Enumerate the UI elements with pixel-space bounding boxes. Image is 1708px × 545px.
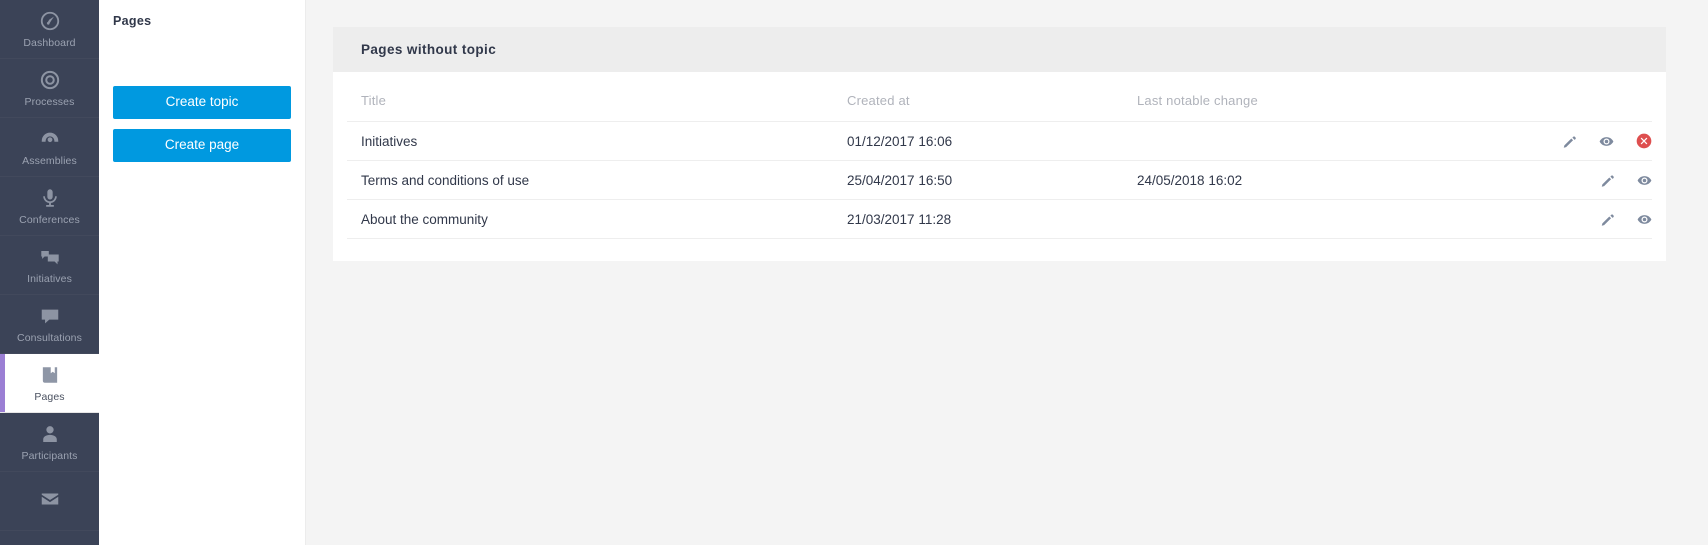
pages-table: Title Created at Last notable change Ini… <box>347 72 1652 240</box>
table-row[interactable]: Terms and conditions of use 25/04/2017 1… <box>347 160 1652 200</box>
create-page-button[interactable]: Create page <box>113 128 291 162</box>
table-head: Title Created at Last notable change <box>347 72 1652 122</box>
preview-eye-icon[interactable] <box>1637 173 1652 188</box>
preview-eye-icon[interactable] <box>1637 212 1652 227</box>
sidebar-item-conferences[interactable]: Conferences <box>0 177 99 236</box>
column-header-created-at: Created at <box>847 93 910 108</box>
delete-icon[interactable] <box>1636 133 1652 149</box>
table-header-row: Title Created at Last notable change <box>347 72 1652 122</box>
secondary-panel: Pages Create topic Create page <box>99 0 306 545</box>
sidebar-item-label: Pages <box>34 390 65 403</box>
user-icon <box>39 423 61 445</box>
sidebar-item-dashboard[interactable]: Dashboard <box>0 0 99 59</box>
table-row[interactable]: Initiatives 01/12/2017 16:06 <box>347 120 1652 161</box>
cell-actions <box>1427 199 1652 240</box>
sidebar-item-assemblies[interactable]: Assemblies <box>0 118 99 177</box>
table-row[interactable]: About the community 21/03/2017 11:28 <box>347 199 1652 240</box>
primary-sidebar: Dashboard Processes Assemblies Conferenc… <box>0 0 99 545</box>
cell-created-at: 01/12/2017 16:06 <box>847 120 1137 161</box>
cell-last-notable-change <box>1137 199 1427 240</box>
cell-title: Initiatives <box>347 120 847 161</box>
edit-icon[interactable] <box>1600 212 1615 227</box>
sidebar-item-participants[interactable]: Participants <box>0 413 99 472</box>
create-topic-button[interactable]: Create topic <box>113 86 291 119</box>
sidebar-item-label: Assemblies <box>22 154 77 167</box>
sidebar-item-label: Conferences <box>19 213 80 226</box>
pages-without-topic-card: Pages without topic Title Created at Las… <box>333 27 1666 262</box>
sidebar-item-initiatives[interactable]: Initiatives <box>0 236 99 295</box>
sidebar-item-processes[interactable]: Processes <box>0 59 99 118</box>
cell-created-at: 25/04/2017 16:50 <box>847 160 1137 200</box>
card-header-title: Pages without topic <box>333 27 1666 72</box>
speech-bubble-icon <box>39 305 61 327</box>
cell-title: About the community <box>347 199 847 240</box>
edit-icon[interactable] <box>1600 173 1615 188</box>
sidebar-item-label: Consultations <box>17 331 82 344</box>
cell-last-notable-change <box>1137 120 1427 161</box>
column-header-title: Title <box>361 93 387 108</box>
microphone-icon <box>39 187 61 209</box>
cell-actions <box>1427 160 1652 200</box>
sidebar-item-pages[interactable]: Pages <box>0 354 99 413</box>
column-header-actions <box>1427 72 1652 122</box>
book-icon <box>39 364 61 386</box>
card-body: Title Created at Last notable change Ini… <box>333 72 1666 262</box>
column-header-last-notable-change: Last notable change <box>1137 93 1258 108</box>
sidebar-item-newsletters[interactable] <box>0 472 99 531</box>
assembly-icon <box>39 128 61 150</box>
sidebar-item-label: Processes <box>24 95 75 108</box>
sidebar-item-consultations[interactable]: Consultations <box>0 295 99 354</box>
cell-last-notable-change: 24/05/2018 16:02 <box>1137 160 1427 200</box>
table-body: Initiatives 01/12/2017 16:06 Terms and c… <box>347 120 1652 240</box>
app-root: Dashboard Processes Assemblies Conferenc… <box>0 0 1708 545</box>
sidebar-item-label: Dashboard <box>23 36 76 49</box>
sidebar-item-label: Initiatives <box>27 272 72 285</box>
main-content: Pages without topic Title Created at Las… <box>306 0 1708 545</box>
page-title: Pages <box>113 14 152 28</box>
comments-icon <box>39 246 61 268</box>
preview-eye-icon[interactable] <box>1599 134 1614 149</box>
envelope-icon <box>39 488 61 510</box>
target-icon <box>39 69 61 91</box>
sidebar-item-label: Participants <box>21 449 78 462</box>
edit-icon[interactable] <box>1562 134 1577 149</box>
cell-created-at: 21/03/2017 11:28 <box>847 199 1137 240</box>
dashboard-icon <box>39 10 61 32</box>
cell-actions <box>1427 120 1652 161</box>
cell-title: Terms and conditions of use <box>347 160 847 200</box>
